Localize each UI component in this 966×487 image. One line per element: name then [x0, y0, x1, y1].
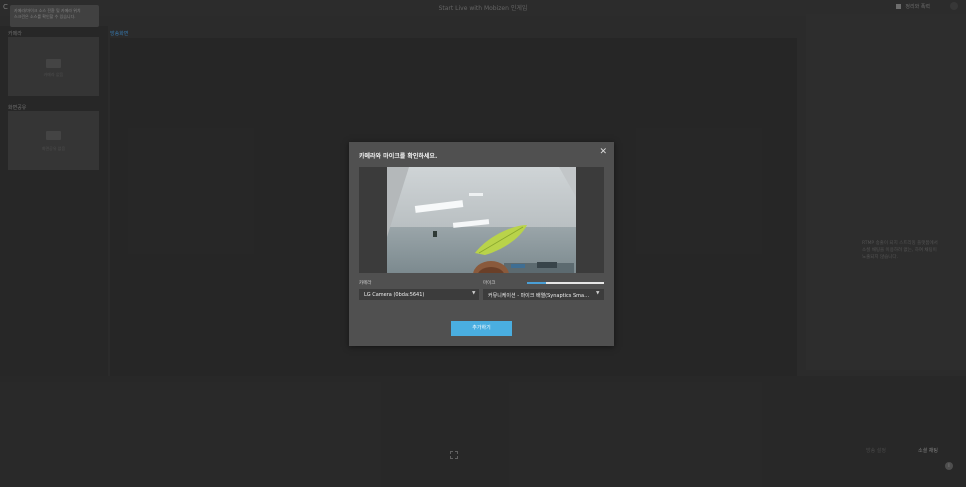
add-button[interactable]: 추가하기 — [451, 321, 512, 336]
mic-label: 마이크 — [483, 281, 496, 286]
chevron-down-icon: ▼ — [472, 291, 476, 296]
mic-level-fill — [527, 282, 547, 284]
device-check-dialog: 카메라와 마이크를 확인하세요. ✕ 카메라 마이크 LG Camera (0b… — [349, 142, 614, 346]
mic-level-meter — [527, 282, 604, 284]
chevron-down-icon: ▼ — [596, 291, 600, 296]
camera-select[interactable]: LG Camera (0bda:5641) — [359, 289, 479, 300]
camera-label: 카메라 — [359, 281, 372, 286]
dialog-title: 카메라와 마이크를 확인하세요. — [359, 153, 438, 160]
close-icon[interactable]: ✕ — [599, 147, 607, 157]
mic-select[interactable]: 커뮤니케이션 - 마이크 배열(Synaptics SmartAudio HD) — [483, 289, 604, 300]
camera-feed-image — [387, 167, 576, 273]
camera-preview — [359, 167, 604, 273]
